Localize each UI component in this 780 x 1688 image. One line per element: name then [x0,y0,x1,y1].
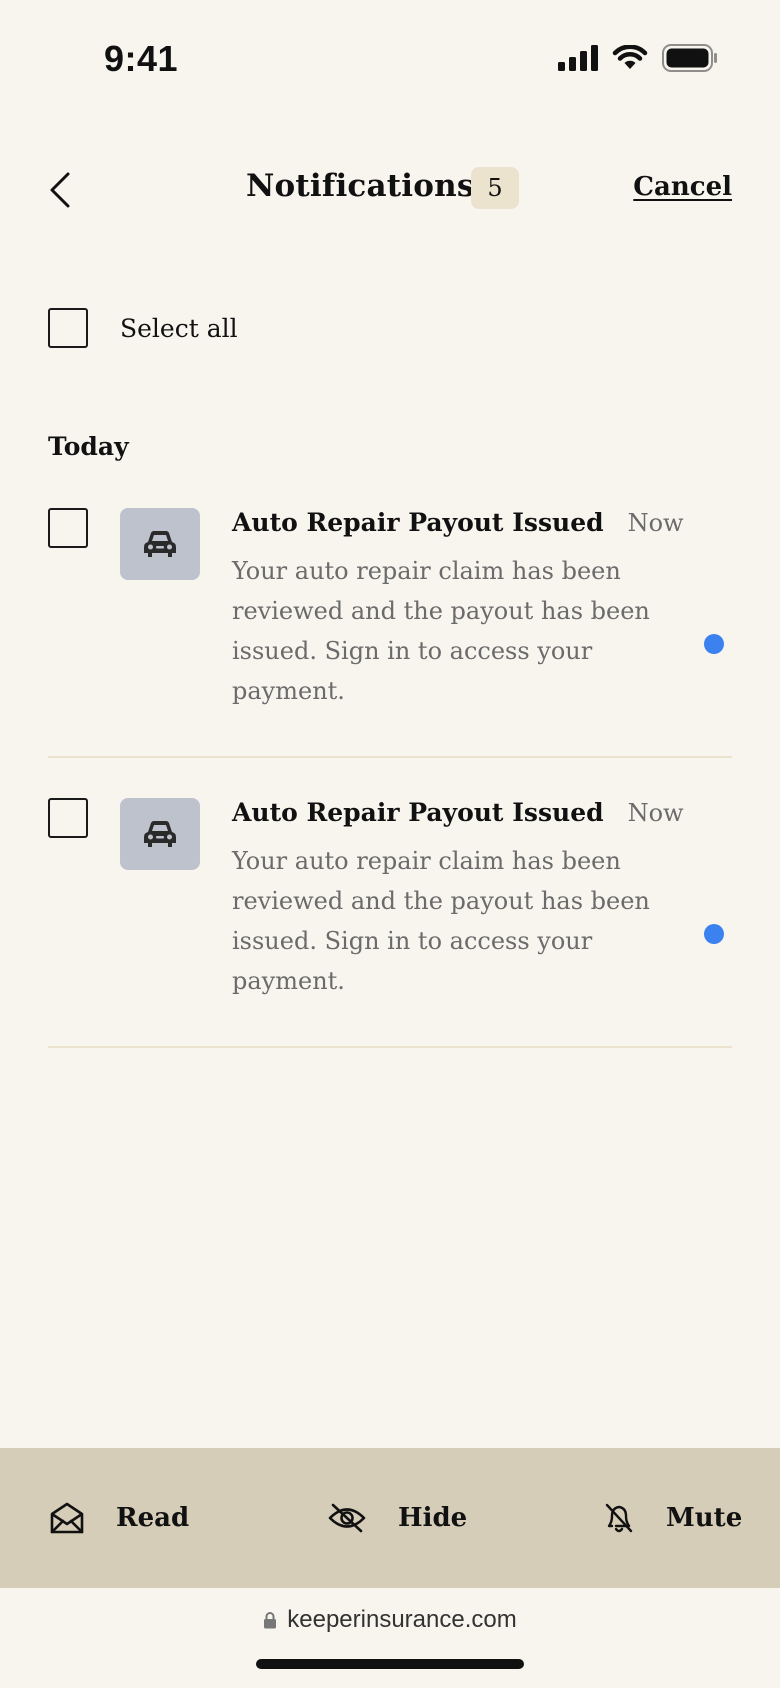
read-label: Read [116,1503,190,1533]
header: Notifications 5 Cancel [0,150,780,230]
notification-item[interactable]: Auto Repair Payout Issued Now Your auto … [48,508,732,758]
notification-content: Auto Repair Payout Issued Now Your auto … [232,798,684,1001]
notification-content: Auto Repair Payout Issued Now Your auto … [232,508,684,711]
home-indicator [256,1659,524,1669]
mute-button[interactable]: Mute [604,1448,742,1588]
page-title: Notifications [246,168,475,204]
status-time: 9:41 [104,38,179,79]
notification-title: Auto Repair Payout Issued [232,798,604,827]
eye-off-icon [328,1503,366,1533]
status-icons [558,44,718,72]
hide-button[interactable]: Hide [328,1448,467,1588]
read-button[interactable]: Read [50,1448,189,1588]
notification-count-badge: 5 [471,167,519,209]
notification-body: Your auto repair claim has been reviewed… [232,847,650,995]
select-all-label: Select all [120,313,238,343]
url-display[interactable]: keeperinsurance.com [0,1606,780,1634]
chevron-left-icon [50,172,70,208]
car-icon [144,821,176,847]
hide-label: Hide [398,1503,468,1533]
section-title-today: Today [48,432,129,461]
notification-checkbox[interactable] [48,798,88,838]
notification-header: Auto Repair Payout Issued Now [232,508,684,537]
back-button[interactable] [44,170,80,210]
notification-title: Auto Repair Payout Issued [232,508,604,537]
notification-body: Your auto repair claim has been reviewed… [232,557,650,705]
cellular-signal-icon [558,45,598,71]
envelope-open-icon [50,1502,84,1534]
notification-checkbox[interactable] [48,508,88,548]
browser-url-bar[interactable]: keeperinsurance.com [0,1588,780,1688]
unread-indicator [704,634,724,654]
notification-time: Now [627,798,684,827]
notification-time: Now [627,508,684,537]
mute-label: Mute [666,1503,743,1533]
notification-thumbnail [120,508,200,580]
cancel-button[interactable]: Cancel [633,172,732,202]
select-all-row[interactable]: Select all [48,308,238,348]
url-text: keeperinsurance.com [287,1606,517,1633]
notification-item[interactable]: Auto Repair Payout Issued Now Your auto … [48,798,732,1048]
status-bar: 9:41 [0,0,780,118]
bell-off-icon [605,1503,633,1533]
notification-header: Auto Repair Payout Issued Now [232,798,684,827]
unread-indicator [704,924,724,944]
bulk-action-bar: Read Hide Mute [0,1448,780,1588]
lock-icon [264,1612,277,1629]
notification-thumbnail [120,798,200,870]
select-all-checkbox[interactable] [48,308,88,348]
battery-icon [662,44,717,72]
wifi-icon [612,45,648,69]
car-icon [144,531,176,557]
